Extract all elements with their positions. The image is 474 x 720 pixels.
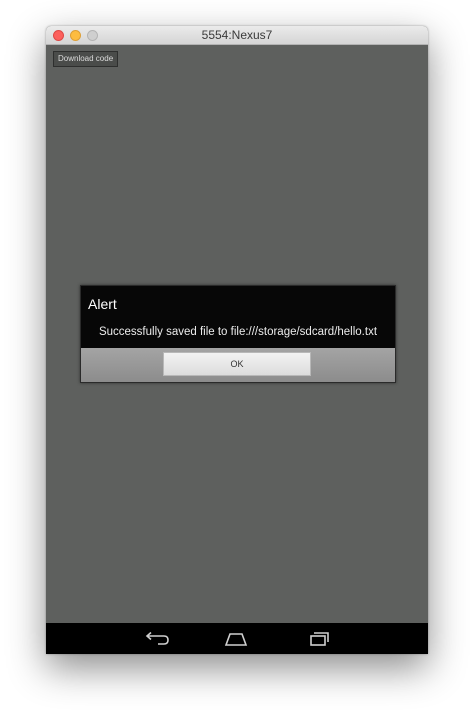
recents-icon [310, 632, 329, 646]
alert-dialog: Alert Successfully saved file to file://… [80, 285, 396, 383]
back-button[interactable] [136, 627, 176, 651]
dialog-button-bar: OK [81, 348, 395, 382]
download-code-button[interactable]: Download code [53, 51, 119, 67]
back-icon [145, 631, 169, 645]
home-icon [224, 633, 248, 646]
dialog-title: Alert [88, 296, 117, 312]
android-nav-bar [46, 623, 428, 654]
window-title: 5554:Nexus7 [201, 28, 273, 42]
window-titlebar[interactable]: 5554:Nexus7 [46, 26, 428, 45]
emulator-window: 5554:Nexus7 Download code Alert Successf… [46, 26, 428, 654]
dialog-message: Successfully saved file to file:///stora… [98, 326, 378, 338]
device-screen: Download code Alert Successfully saved f… [46, 45, 428, 623]
home-button[interactable] [216, 627, 256, 651]
recents-button[interactable] [298, 627, 338, 651]
ok-button[interactable]: OK [163, 352, 311, 376]
